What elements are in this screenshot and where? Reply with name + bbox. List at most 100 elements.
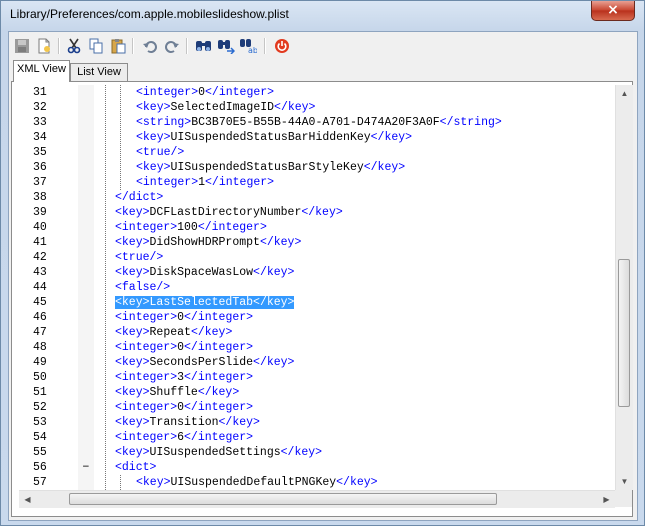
code-line[interactable]: 50 <integer>3</integer> [19,370,615,385]
code-line[interactable]: 32 <key>SelectedImageID</key> [19,100,615,115]
cut-button[interactable] [65,37,83,55]
xml-tag: </integer> [184,401,254,414]
code-line[interactable]: 37 <integer>1</integer> [19,175,615,190]
code-text: <integer>100</integer> [115,220,267,235]
paste-button[interactable] [109,37,127,55]
code-text: <key>UISuspendedDefaultPNGKey</key> [136,475,378,490]
code-line[interactable]: 57 <key>UISuspendedDefaultPNGKey</key> [19,475,615,490]
indent-guide [120,475,121,490]
window-title: Library/Preferences/com.apple.mobileslid… [10,7,289,21]
code-text: <key>Shuffle</key> [115,385,239,400]
tab-list-view[interactable]: List View [70,63,128,81]
code-line[interactable]: 38 </dict> [19,190,615,205]
code-editor[interactable]: 31 <integer>0</integer> 32 <key>SelectedIma… [19,85,615,490]
code-line[interactable]: 51 <key>Shuffle</key> [19,385,615,400]
code-line[interactable]: 45 <key>LastSelectedTab</key> [19,295,615,310]
scroll-down-icon[interactable]: ▼ [616,473,633,490]
undo-icon [143,41,157,53]
code-line[interactable]: 47 <key>Repeat</key> [19,325,615,340]
paste-icon [111,39,126,54]
copy-button[interactable] [87,37,105,55]
xml-tag: <key> [115,416,150,429]
code-line[interactable]: 42 <true/> [19,250,615,265]
line-number: 56 [33,461,47,474]
xml-text: BC3B70E5-B55B-44A0-A701-D474A20F3A0F [191,116,440,129]
tab-xml-view[interactable]: XML View [13,60,70,82]
code-line[interactable]: 33 <string>BC3B70E5-B55B-44A0-A701-D474A2… [19,115,615,130]
xml-tag: <key> [115,236,150,249]
code-line[interactable]: 39 <key>DCFLastDirectoryNumber</key> [19,205,615,220]
code-line[interactable]: 34 <key>UISuspendedStatusBarHiddenKey</ke… [19,130,615,145]
xml-text: Shuffle [149,386,198,399]
scroll-left-icon[interactable]: ◀ [19,491,36,508]
application-window: Library/Preferences/com.apple.mobileslid… [0,0,645,526]
scroll-right-icon[interactable]: ▶ [598,491,615,508]
xml-text: UISuspendedSettings [149,446,281,459]
new-document-icon [38,38,50,54]
undo-button[interactable] [141,37,159,55]
xml-tag: <string> [136,116,192,129]
save-button[interactable] [13,37,31,55]
new-document-button[interactable] [35,37,53,55]
code-line[interactable]: 43 <key>DiskSpaceWasLow</key> [19,265,615,280]
redo-button[interactable] [163,37,181,55]
code-line[interactable]: 44 <false/> [19,280,615,295]
scrollbar-corner [615,490,632,507]
code-text: <false/> [115,280,170,295]
code-line[interactable]: 55 <key>UISuspendedSettings</key> [19,445,615,460]
xml-tag: </key> [253,356,295,369]
code-line[interactable]: 48 <integer>0</integer> [19,340,615,355]
code-line[interactable]: 41 <key>DidShowHDRPrompt</key> [19,235,615,250]
code-line[interactable]: 35 <true/> [19,145,615,160]
code-text: <dict> [115,460,156,475]
find-button[interactable] [195,37,213,55]
line-number: 51 [33,386,47,399]
code-text: <key>LastSelectedTab</key> [115,295,295,310]
horizontal-scrollbar[interactable]: ◀ ▶ [19,490,615,508]
code-line[interactable]: 52 <integer>0</integer> [19,400,615,415]
xml-tag: </integer> [205,176,275,189]
horizontal-scroll-thumb[interactable] [69,493,497,505]
line-number: 52 [33,401,47,414]
vertical-scroll-thumb[interactable] [618,259,630,407]
code-text: <true/> [115,250,163,265]
code-line[interactable]: 54 <integer>6</integer> [19,430,615,445]
scroll-up-icon[interactable]: ▲ [616,85,633,102]
fold-toggle-icon[interactable]: − [81,460,91,475]
xml-tag: <integer> [115,311,178,324]
xml-tag: <true/> [115,251,164,264]
replace-button[interactable]: ab [239,37,257,55]
copy-icon [89,38,103,54]
code-line[interactable]: 36 <key>UISuspendedStatusBarStyleKey</key… [19,160,615,175]
code-text: <integer>0</integer> [136,85,274,100]
xml-tag: </key> [363,161,406,174]
code-text: <key>DiskSpaceWasLow</key> [115,265,294,280]
toolbar-separator [264,38,266,54]
xml-text: 100 [177,221,198,234]
vertical-scrollbar[interactable]: ▲ ▼ [615,85,633,490]
code-line[interactable]: 46 <integer>0</integer> [19,310,615,325]
code-line[interactable]: 49 <key>SecondsPerSlide</key> [19,355,615,370]
code-line[interactable]: 53 <key>Transition</key> [19,415,615,430]
xml-tag: <key> [115,296,150,309]
xml-tag: </key> [190,326,233,339]
code-line[interactable]: 31 <integer>0</integer> [19,85,615,100]
toolbar-separator [186,38,188,54]
xml-tag: </integer> [184,371,254,384]
power-button[interactable] [273,37,291,55]
xml-tag: </key> [259,236,302,249]
redo-icon [165,41,179,53]
code-text: <integer>0</integer> [115,400,253,415]
title-bar[interactable]: Library/Preferences/com.apple.mobileslid… [1,1,644,29]
code-line[interactable]: 56 − <dict> [19,460,615,475]
xml-tag: </key> [370,131,413,144]
code-line[interactable]: 40 <integer>100</integer> [19,220,615,235]
close-button[interactable]: × [591,1,635,21]
xml-text: 6 [177,431,185,444]
code-text: <string>BC3B70E5-B55B-44A0-A701-D474A20F… [136,115,502,130]
close-icon: × [607,2,619,18]
find-next-button[interactable] [217,37,235,55]
client-area: ab XML View List View 31 <integer>0</inte… [8,31,638,521]
line-number: 43 [33,266,47,279]
xml-text: DidShowHDRPrompt [149,236,260,249]
